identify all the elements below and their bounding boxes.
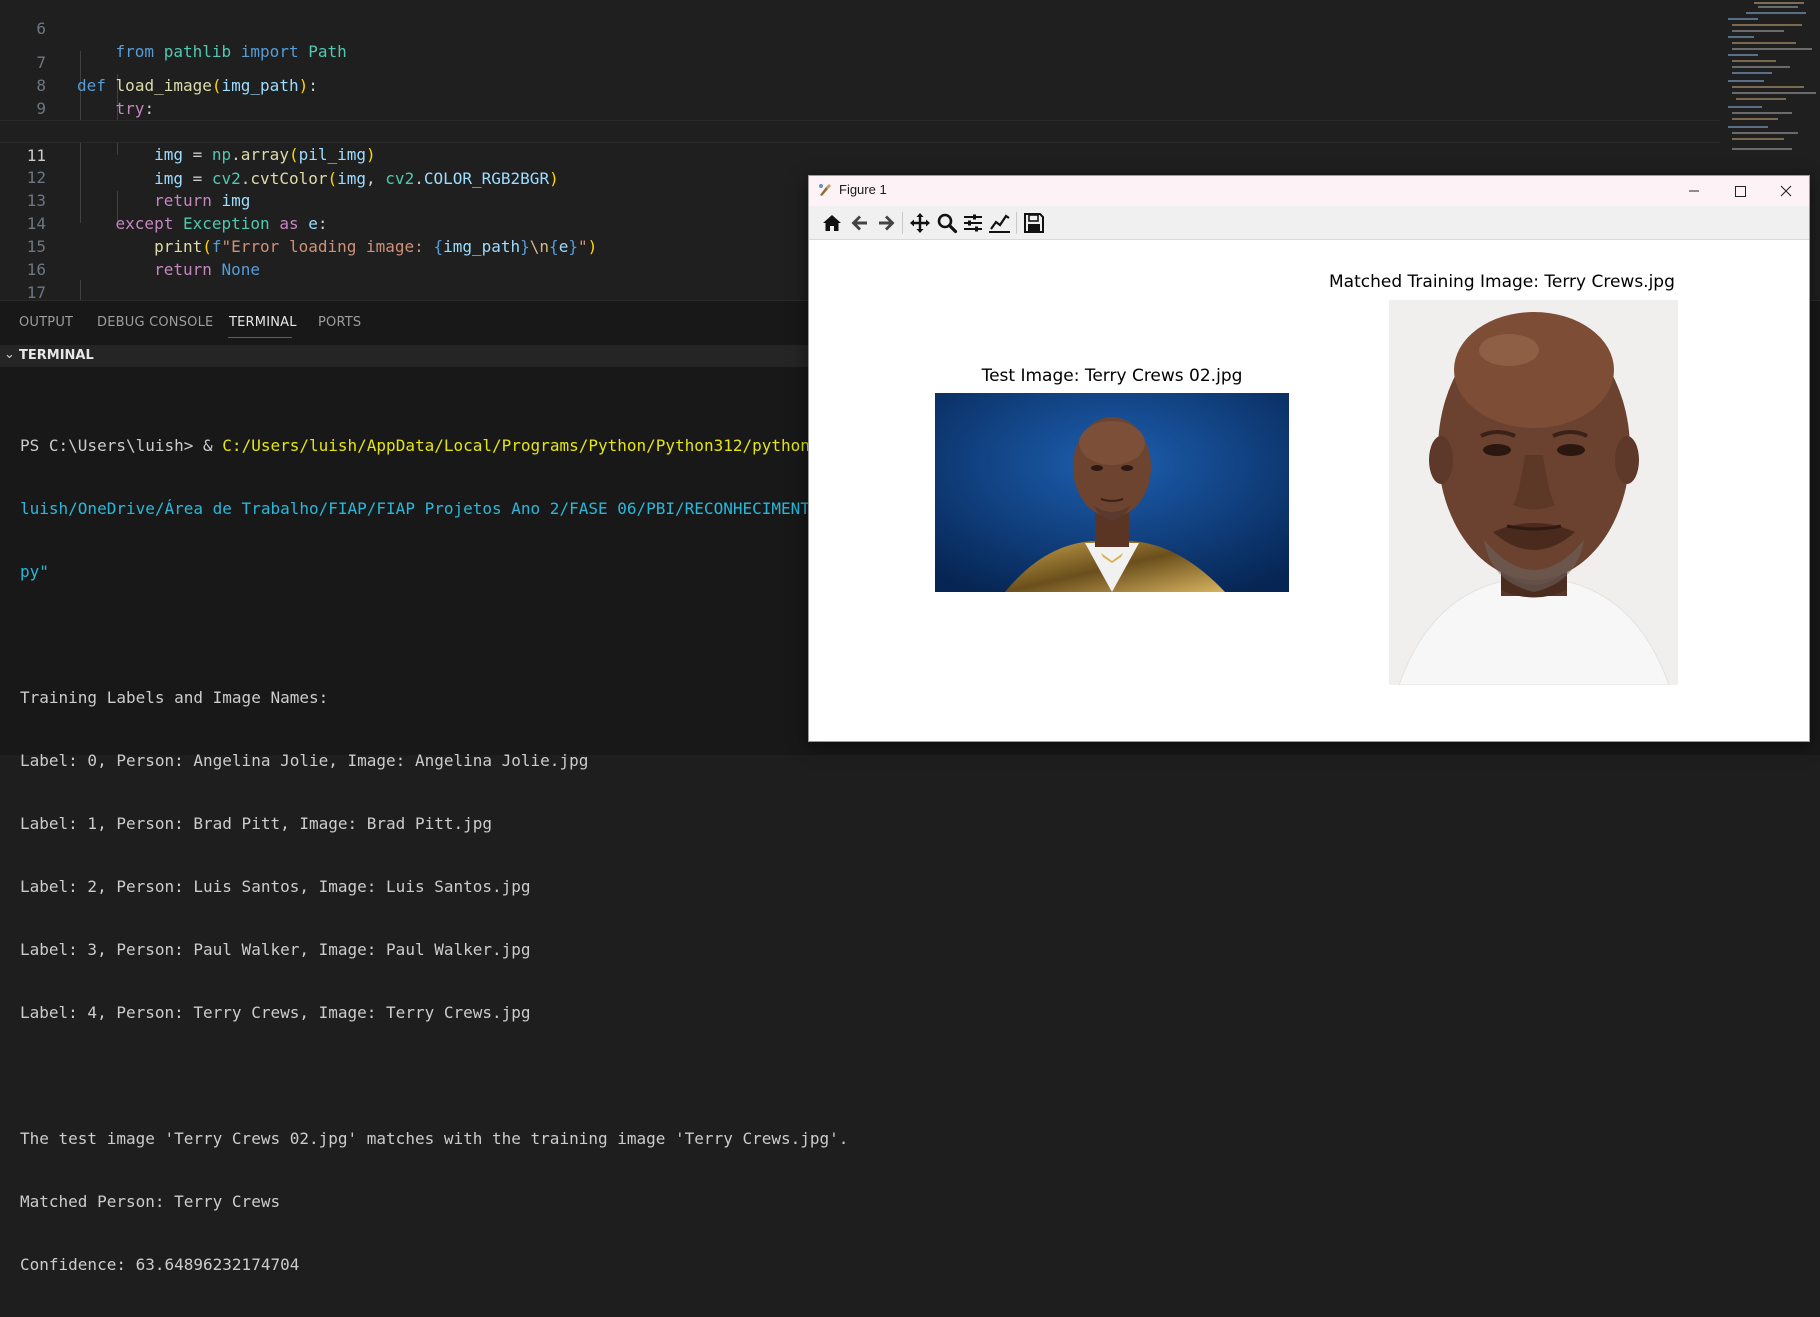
toolbar-separator <box>902 212 903 234</box>
minimize-button[interactable] <box>1671 176 1717 206</box>
subplots-icon <box>964 214 982 232</box>
save-button[interactable] <box>1021 210 1047 236</box>
subplots-button[interactable] <box>960 210 986 236</box>
terminal-script-path: luish/OneDrive/Área de Trabalho/FIAP/FIA… <box>20 499 868 518</box>
figure-titlebar[interactable]: Figure 1 <box>809 176 1809 206</box>
forward-icon <box>879 215 895 231</box>
terminal-line: Label: 1, Person: Brad Pitt, Image: Brad… <box>20 814 493 833</box>
figure-window-title: Figure 1 <box>839 182 887 197</box>
terminal-command-line: PS C:\Users\luish> & C:/Users/luish/AppD… <box>20 435 868 456</box>
close-button[interactable] <box>1763 176 1809 206</box>
code-line[interactable]: 12 return img <box>0 143 1720 210</box>
edit-axis-button[interactable] <box>987 210 1013 236</box>
tab-output[interactable]: OUTPUT <box>19 315 73 330</box>
close-icon <box>1780 185 1792 197</box>
zoom-icon <box>937 213 958 234</box>
chevron-down-icon[interactable]: ⌄ <box>4 347 15 362</box>
terminal-section-header[interactable]: ⌄ TERMINAL <box>0 345 820 367</box>
terminal-prompt: PS C:\Users\luish> & <box>20 436 223 455</box>
back-button[interactable] <box>847 210 873 236</box>
terminal-line: Label: 4, Person: Terry Crews, Image: Te… <box>20 1003 531 1022</box>
terminal-section-title: TERMINAL <box>19 348 94 363</box>
terminal-output[interactable]: PS C:\Users\luish> & C:/Users/luish/AppD… <box>20 393 868 1317</box>
terminal-python-path: C:/Users/luish/AppData/Local/Programs/Py… <box>222 436 868 455</box>
home-icon <box>823 215 841 231</box>
terminal-line: Label: 2, Person: Luis Santos, Image: Lu… <box>20 877 531 896</box>
right-axes-title: Matched Training Image: Terry Crews.jpg <box>1329 272 1675 292</box>
toolbar-separator <box>1016 212 1017 234</box>
terminal-line: The test image 'Terry Crews 02.jpg' matc… <box>20 1129 849 1148</box>
left-axes-title: Test Image: Terry Crews 02.jpg <box>981 366 1243 386</box>
tab-debug-console[interactable]: DEBUG CONSOLE <box>97 315 213 330</box>
maximize-button[interactable] <box>1717 176 1763 206</box>
pan-button[interactable] <box>907 210 933 236</box>
minimap[interactable] <box>1724 0 1820 160</box>
matplotlib-app-icon <box>819 184 831 196</box>
code-line-active[interactable]: 11 img = cv2.cvtColor(img, cv2.COLOR_RGB… <box>0 120 1720 188</box>
code-line[interactable]: 8 try: <box>0 51 1720 118</box>
test-image <box>935 393 1289 592</box>
forward-button[interactable] <box>873 210 899 236</box>
terminal-line: Training Labels and Image Names: <box>20 688 329 707</box>
tab-terminal[interactable]: TERMINAL <box>229 315 297 330</box>
active-tab-indicator <box>228 337 292 338</box>
pan-icon <box>910 213 930 233</box>
figure-toolbar <box>809 206 1809 240</box>
code-line[interactable]: 9 pil_img = Image.open(str(img_path)).co… <box>0 74 1720 141</box>
back-icon <box>851 215 867 231</box>
maximize-icon <box>1735 186 1746 197</box>
terminal-script-path: py" <box>20 562 49 581</box>
minimize-icon <box>1689 190 1699 192</box>
terminal-line: Label: 3, Person: Paul Walker, Image: Pa… <box>20 940 531 959</box>
terminal-line: Confidence: 63.64896232174704 <box>20 1255 300 1274</box>
save-icon <box>1024 213 1044 233</box>
figure-canvas[interactable]: Test Image: Terry Crews 02.jpg Matched T… <box>809 240 1809 741</box>
terminal-line: Matched Person: Terry Crews <box>20 1192 281 1211</box>
tab-ports[interactable]: PORTS <box>318 315 361 330</box>
training-image <box>1389 300 1678 685</box>
figure-window[interactable]: Figure 1 Test Image: Terry Crews 02.jpg … <box>808 175 1810 742</box>
edit-axis-icon <box>989 214 1010 233</box>
zoom-button[interactable] <box>934 210 960 236</box>
home-button[interactable] <box>819 210 845 236</box>
code-line[interactable]: 7 def load_image(img_path): <box>0 28 1720 95</box>
panel-tabs: OUTPUT DEBUG CONSOLE TERMINAL PORTS <box>0 301 820 345</box>
terminal-line: Label: 0, Person: Angelina Jolie, Image:… <box>20 751 589 770</box>
code-line[interactable]: 10 img = np.array(pil_img) <box>0 97 1720 164</box>
code-line[interactable]: 6 from pathlib import Path <box>0 0 1720 61</box>
